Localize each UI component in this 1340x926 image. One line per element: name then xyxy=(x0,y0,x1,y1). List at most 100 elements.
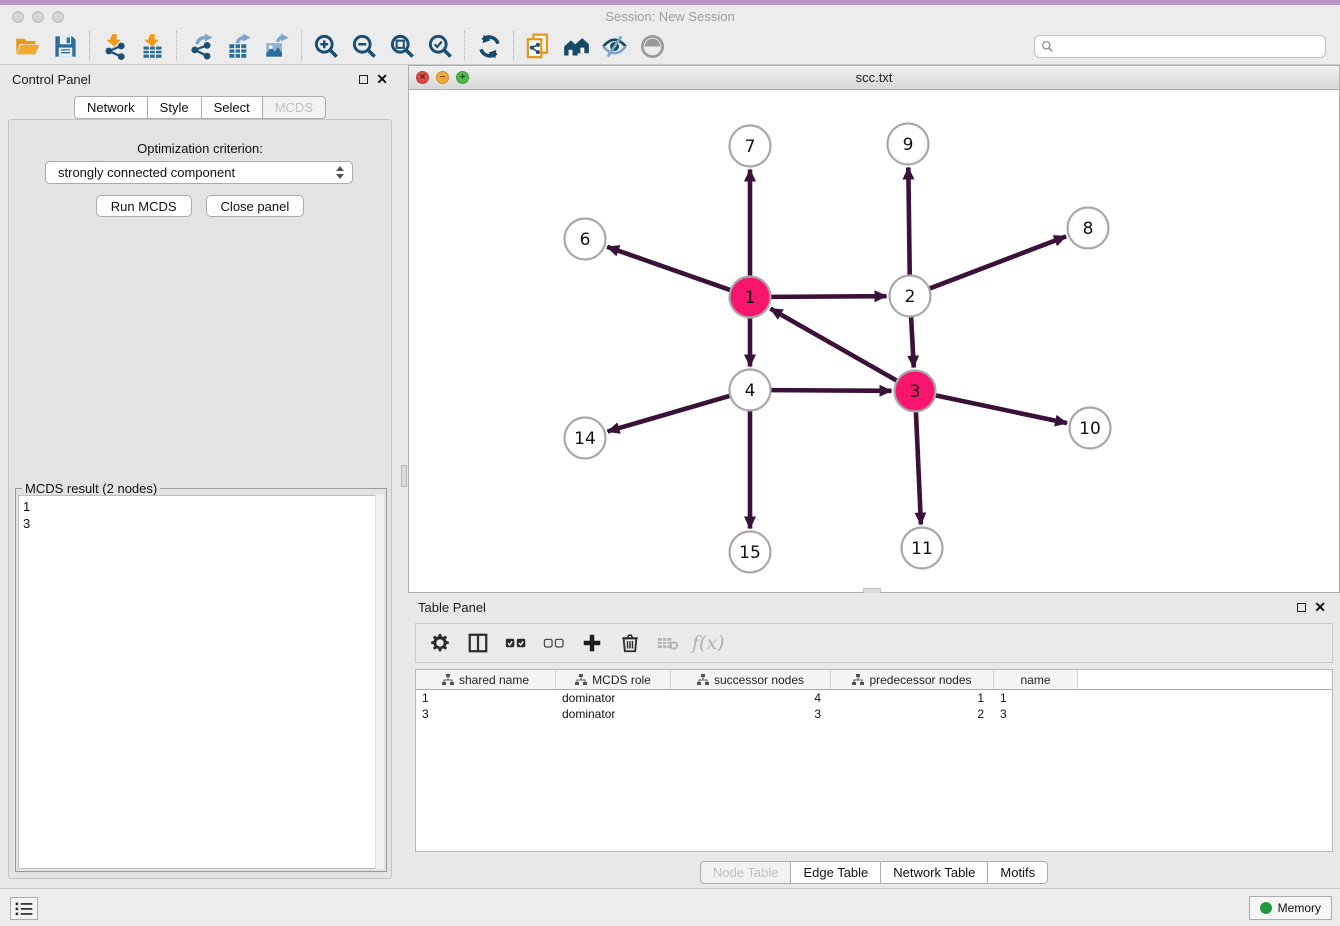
column-header-name[interactable]: name xyxy=(994,670,1078,689)
search-field[interactable] xyxy=(1034,35,1326,58)
network-window-titlebar[interactable]: × − + scc.txt xyxy=(409,66,1339,90)
network-graph[interactable]: 1 2 3 4 6 7 8 9 10 11 14 15 xyxy=(409,90,1339,592)
edge-3-1[interactable] xyxy=(770,309,897,381)
float-table-panel-icon[interactable] xyxy=(1297,603,1306,612)
graph-node-1[interactable]: 1 xyxy=(730,277,771,318)
run-mcds-button[interactable]: Run MCDS xyxy=(96,195,192,217)
edge-4-3[interactable] xyxy=(770,390,891,391)
hide-panel-button[interactable] xyxy=(633,30,671,62)
zoom-fit-button[interactable] xyxy=(383,30,421,62)
column-header-MCDS-role[interactable]: MCDS role xyxy=(556,670,671,689)
network-window-title: scc.txt xyxy=(409,70,1339,85)
function-builder-button[interactable]: f(x) xyxy=(692,629,725,657)
zoom-in-button[interactable] xyxy=(307,30,345,62)
graph-node-6[interactable]: 6 xyxy=(565,219,606,260)
cell-shared-name[interactable]: 1 xyxy=(416,690,556,706)
export-image-button[interactable] xyxy=(258,30,296,62)
splitter-handle[interactable] xyxy=(401,465,407,487)
close-table-panel-icon[interactable]: ✕ xyxy=(1314,602,1326,612)
memory-button[interactable]: Memory xyxy=(1249,896,1332,920)
cell-name[interactable]: 1 xyxy=(994,690,1078,706)
select-all-button[interactable] xyxy=(502,629,530,657)
float-panel-icon[interactable] xyxy=(359,75,368,84)
tab-network-table[interactable]: Network Table xyxy=(881,861,988,884)
status-bar: Memory xyxy=(0,888,1340,926)
export-table-button[interactable] xyxy=(220,30,258,62)
zoom-selected-button[interactable] xyxy=(421,30,459,62)
open-session-button[interactable] xyxy=(8,30,46,62)
import-network-button[interactable] xyxy=(95,30,133,62)
column-attribute-icon xyxy=(852,674,864,685)
cell-successor-nodes[interactable]: 4 xyxy=(671,690,831,706)
column-header-predecessor-nodes[interactable]: predecessor nodes xyxy=(831,670,994,689)
import-table-button[interactable] xyxy=(133,30,171,62)
cell-predecessor-nodes[interactable]: 2 xyxy=(831,706,994,722)
edge-3-11[interactable] xyxy=(916,411,921,524)
zoom-out-button[interactable] xyxy=(345,30,383,62)
tab-style[interactable]: Style xyxy=(148,96,202,119)
column-header-shared-name[interactable]: shared name xyxy=(416,670,556,689)
save-icon xyxy=(52,33,79,60)
clone-network-button[interactable] xyxy=(519,30,557,62)
edge-3-10[interactable] xyxy=(935,395,1067,423)
edge-4-14[interactable] xyxy=(608,396,731,432)
tab-edge-table[interactable]: Edge Table xyxy=(791,861,881,884)
cell-successor-nodes[interactable]: 3 xyxy=(671,706,831,722)
edge-2-8[interactable] xyxy=(929,236,1066,288)
graph-node-15[interactable]: 15 xyxy=(730,532,771,573)
table-panel-title: Table Panel xyxy=(418,600,486,615)
tab-motifs[interactable]: Motifs xyxy=(988,861,1048,884)
cell-name[interactable]: 3 xyxy=(994,706,1078,722)
graph-node-7[interactable]: 7 xyxy=(730,126,771,167)
tab-network[interactable]: Network xyxy=(74,96,148,119)
mcds-result-group: MCDS result (2 nodes) 1 3 xyxy=(15,488,387,872)
criterion-dropdown[interactable]: strongly connected component xyxy=(45,161,353,184)
cell-MCDS-role[interactable]: dominator xyxy=(556,690,671,706)
vertical-splitter[interactable] xyxy=(400,65,408,888)
task-history-button[interactable] xyxy=(10,897,38,920)
cell-predecessor-nodes[interactable]: 1 xyxy=(831,690,994,706)
import-network-icon xyxy=(101,33,128,60)
home-view-button[interactable] xyxy=(557,30,595,62)
graph-node-14[interactable]: 14 xyxy=(565,418,606,459)
edge-1-6[interactable] xyxy=(607,247,730,290)
control-panel: Control Panel ✕ NetworkStyleSelectMCDS O… xyxy=(0,65,400,888)
save-session-button[interactable] xyxy=(46,30,84,62)
graph-node-3[interactable]: 3 xyxy=(895,371,936,412)
cell-MCDS-role[interactable]: dominator xyxy=(556,706,671,722)
show-style-button[interactable] xyxy=(595,30,633,62)
svg-text:6: 6 xyxy=(580,230,591,250)
graph-node-10[interactable]: 10 xyxy=(1070,408,1111,449)
graph-node-4[interactable]: 4 xyxy=(730,370,771,411)
close-panel-button[interactable]: Close panel xyxy=(206,195,305,217)
column-header-successor-nodes[interactable]: successor nodes xyxy=(671,670,831,689)
graph-node-8[interactable]: 8 xyxy=(1068,208,1109,249)
tab-mcds[interactable]: MCDS xyxy=(263,96,326,119)
tab-node-table[interactable]: Node Table xyxy=(700,861,792,884)
graph-node-9[interactable]: 9 xyxy=(888,124,929,165)
graph-node-11[interactable]: 11 xyxy=(902,528,943,569)
graph-node-2[interactable]: 2 xyxy=(890,276,931,317)
delete-table-button[interactable] xyxy=(654,629,682,657)
table-row[interactable]: 1dominator411 xyxy=(416,690,1332,706)
cell-shared-name[interactable]: 3 xyxy=(416,706,556,722)
search-input[interactable] xyxy=(1058,39,1319,53)
network-canvas[interactable]: 1 2 3 4 6 7 8 9 10 11 14 15 xyxy=(409,90,1339,592)
table-settings-button[interactable] xyxy=(426,629,454,657)
close-panel-icon[interactable]: ✕ xyxy=(376,74,388,84)
edge-2-9[interactable] xyxy=(908,167,909,275)
zoom-out-icon xyxy=(351,33,378,60)
unselect-all-button[interactable] xyxy=(540,629,568,657)
table-row[interactable]: 3dominator323 xyxy=(416,706,1332,722)
export-network-button[interactable] xyxy=(182,30,220,62)
create-column-button[interactable] xyxy=(578,629,606,657)
mcds-result-list[interactable]: 1 3 xyxy=(18,495,384,869)
result-scrollbar[interactable] xyxy=(375,495,384,869)
edge-1-2[interactable] xyxy=(770,296,886,297)
apply-style-button[interactable] xyxy=(470,30,508,62)
delete-column-button[interactable] xyxy=(616,629,644,657)
node-table[interactable]: shared name MCDS role successor nodes pr… xyxy=(415,669,1333,852)
show-columns-button[interactable] xyxy=(464,629,492,657)
tab-select[interactable]: Select xyxy=(202,96,263,119)
edge-2-3[interactable] xyxy=(911,316,914,367)
